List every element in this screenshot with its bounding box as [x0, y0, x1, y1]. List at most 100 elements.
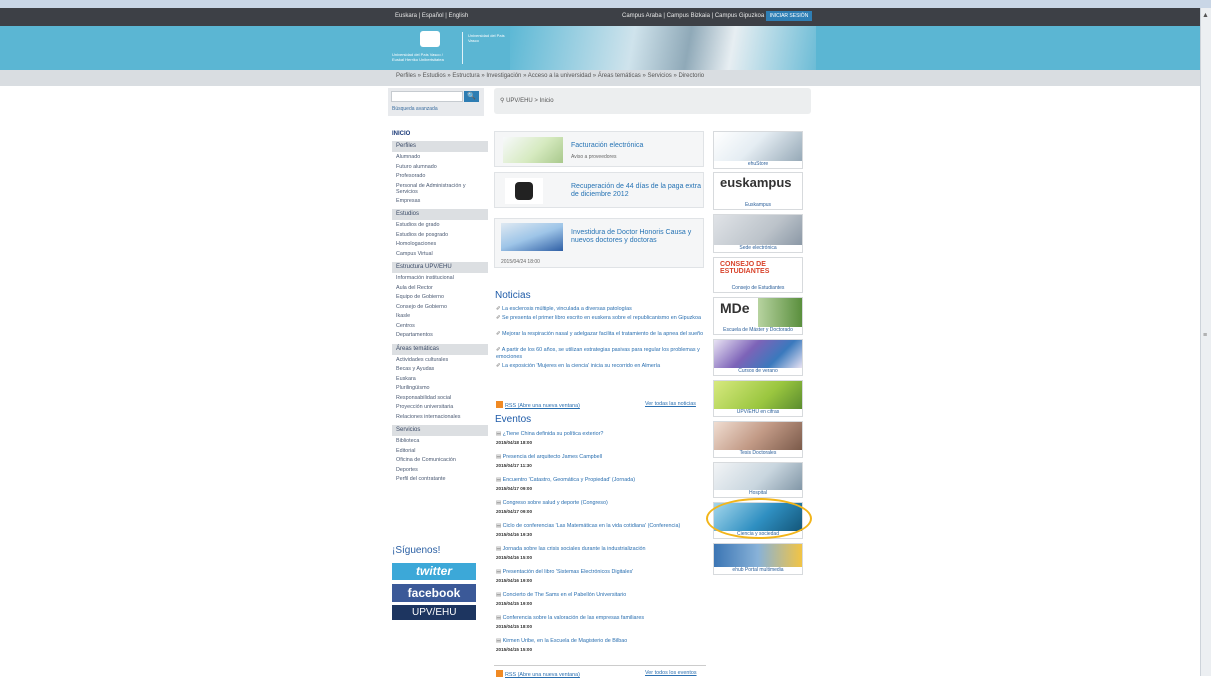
facebook-button[interactable]: facebook — [392, 584, 476, 602]
sidebar-item[interactable]: Responsabilidad social — [396, 395, 486, 401]
sidebar-section-heading[interactable]: Estudios — [392, 209, 488, 220]
event-item[interactable]: ▤ Kirmen Uribe, en la Escuela de Magiste… — [496, 638, 706, 645]
sidebar-item[interactable]: Perfil del contratante — [396, 476, 486, 482]
sidebar-item[interactable]: Euskara — [396, 376, 486, 382]
banner-caption[interactable]: ehub Portal multimedia — [714, 567, 802, 573]
scroll-grip-icon[interactable]: ≡ — [1203, 332, 1207, 339]
sidebar-banner[interactable]: euskampus Euskampus — [713, 172, 803, 210]
sidebar-banner[interactable]: MDe Escuela de Máster y Doctorado — [713, 297, 803, 335]
sidebar-item[interactable]: Estudios de grado — [396, 222, 486, 228]
banner-caption[interactable]: Consejo de Estudiantes — [714, 285, 802, 291]
events-rss-text[interactable]: RSS (Abre una nueva ventana) — [505, 672, 580, 678]
news-title-text[interactable]: A partir de los 60 años, se utilizan est… — [496, 347, 700, 360]
login-button[interactable]: INICIAR SESIÓN — [766, 11, 812, 21]
event-title-text[interactable]: Encuentro 'Catastro, Geomática y Propied… — [503, 477, 635, 483]
event-title-text[interactable]: Conferencia sobre la valoración de las e… — [503, 615, 644, 621]
news-item[interactable]: ✐ La exposición 'Mujeres en la ciencia' … — [496, 363, 706, 370]
event-title-text[interactable]: Congreso sobre salud y deporte (Congreso… — [503, 500, 608, 506]
news-title-text[interactable]: La esclerosis múltiple, vinculada a dive… — [502, 306, 632, 312]
sidebar-item[interactable]: Deportes — [396, 467, 486, 473]
sidebar-section-heading[interactable]: Perfiles — [392, 141, 488, 152]
featured-title[interactable]: Investidura de Doctor Honoris Causa y nu… — [571, 229, 701, 245]
sidebar-item[interactable]: Alumnado — [396, 154, 486, 160]
news-title-text[interactable]: Se presenta el primer libro escrito en e… — [502, 315, 701, 321]
sidebar-item[interactable]: Personal de Administración y Servicios — [396, 183, 486, 195]
sidebar-banner[interactable]: CONSEJO DE ESTUDIANTES Consejo de Estudia… — [713, 257, 803, 293]
sidebar-home-link[interactable]: INICIO — [392, 131, 410, 137]
sidebar-item[interactable]: Futuro alumnado — [396, 164, 486, 170]
sidebar-item[interactable]: Homologaciones — [396, 241, 486, 247]
event-item[interactable]: ▤ ¿Tiene China definida su política exte… — [496, 431, 706, 438]
event-title-text[interactable]: ¿Tiene China definida su política exteri… — [503, 431, 604, 437]
sidebar-item[interactable]: Centros — [396, 323, 486, 329]
sidebar-item[interactable]: Aula del Rector — [396, 285, 486, 291]
sidebar-item[interactable]: Departamentos — [396, 332, 486, 338]
news-rss-text[interactable]: RSS (Abre una nueva ventana) — [505, 403, 580, 409]
event-title-text[interactable]: Jornada sobre las crisis sociales durant… — [503, 546, 646, 552]
language-links[interactable]: Euskara | Español | English — [395, 13, 468, 19]
banner-caption[interactable]: Euskampus — [714, 202, 802, 208]
banner-caption[interactable]: Hospital — [714, 490, 802, 496]
sidebar-banner[interactable]: Tesis Doctorales — [713, 421, 803, 458]
event-item[interactable]: ▤ Concierto de The Sams en el Pabellón U… — [496, 592, 706, 599]
event-title-text[interactable]: Presencia del arquitecto James Campbell — [503, 454, 602, 460]
sidebar-item[interactable]: Becas y Ayudas — [396, 366, 486, 372]
banner-caption[interactable]: Escuela de Máster y Doctorado — [714, 327, 802, 333]
twitter-button[interactable]: twitter — [392, 563, 476, 580]
vertical-scrollbar[interactable] — [1200, 8, 1211, 676]
event-title-text[interactable]: Presentación del libro 'Sistemas Electró… — [503, 569, 634, 575]
featured-title[interactable]: Facturación electrónica — [571, 142, 643, 150]
upv-ehu-button[interactable]: UPV/EHU — [392, 605, 476, 620]
sidebar-banner[interactable]: ehuStore — [713, 131, 803, 169]
all-news-link[interactable]: Ver todas las noticias — [645, 401, 696, 407]
scroll-up-arrow-icon[interactable]: ▲ — [1202, 12, 1209, 19]
sidebar-item[interactable]: Profesorado — [396, 173, 486, 179]
sidebar-item[interactable]: Oficina de Comunicación — [396, 457, 486, 463]
featured-item[interactable]: Investidura de Doctor Honoris Causa y nu… — [494, 218, 704, 268]
advanced-search-link[interactable]: Búsqueda avanzada — [392, 106, 438, 112]
event-title-text[interactable]: Concierto de The Sams en el Pabellón Uni… — [503, 592, 627, 598]
news-item[interactable]: ✐ A partir de los 60 años, se utilizan e… — [496, 347, 706, 361]
sidebar-item[interactable]: Proyección universitaria — [396, 404, 486, 410]
sidebar-section-heading[interactable]: Servicios — [392, 425, 488, 436]
banner-caption[interactable]: Tesis Doctorales — [714, 450, 802, 456]
event-title-text[interactable]: Kirmen Uribe, en la Escuela de Magisteri… — [503, 638, 628, 644]
banner-caption[interactable]: Sede electrónica — [714, 245, 802, 251]
sidebar-item[interactable]: Información institucional — [396, 275, 486, 281]
featured-item[interactable]: Recuperación de 44 días de la paga extra… — [494, 172, 704, 208]
events-rss-link[interactable]: RSS (Abre una nueva ventana) — [496, 670, 580, 678]
sidebar-item[interactable]: Relaciones internacionales — [396, 414, 486, 420]
campus-links[interactable]: Campus Araba | Campus Bizkaia | Campus G… — [622, 13, 764, 19]
event-item[interactable]: ▤ Presentación del libro 'Sistemas Elect… — [496, 569, 706, 576]
event-item[interactable]: ▤ Ciclo de conferencias 'Las Matemáticas… — [496, 523, 706, 530]
featured-item[interactable]: Facturación electrónica Aviso a proveedo… — [494, 131, 704, 167]
news-title-text[interactable]: Mejorar la respiración nasal y adelgazar… — [502, 331, 703, 337]
sidebar-item[interactable]: Editorial — [396, 448, 486, 454]
sidebar-item[interactable]: Empresas — [396, 198, 486, 204]
sidebar-section-heading[interactable]: Estructura UPV/EHU — [392, 262, 488, 273]
sidebar-banner[interactable]: UPV/EHU en cifras — [713, 380, 803, 417]
all-events-link[interactable]: Ver todos los eventos — [645, 670, 697, 676]
news-title-text[interactable]: La exposición 'Mujeres en la ciencia' in… — [502, 363, 660, 369]
search-button[interactable]: 🔍 — [464, 91, 479, 102]
event-item[interactable]: ▤ Encuentro 'Catastro, Geomática y Propi… — [496, 477, 706, 484]
search-input[interactable] — [391, 91, 463, 102]
breadcrumb[interactable]: ⚲ UPV/EHU > Inicio — [500, 97, 554, 104]
banner-caption[interactable]: ehuStore — [714, 161, 802, 167]
sidebar-item[interactable]: Equipo de Gobierno — [396, 294, 486, 300]
event-item[interactable]: ▤ Congreso sobre salud y deporte (Congre… — [496, 500, 706, 507]
sidebar-item[interactable]: Estudios de posgrado — [396, 232, 486, 238]
news-rss-link[interactable]: RSS (Abre una nueva ventana) — [496, 401, 580, 409]
main-nav[interactable]: Perfiles » Estudios » Estructura » Inves… — [396, 73, 704, 79]
sidebar-banner[interactable]: Cursos de verano — [713, 339, 803, 376]
banner-caption[interactable]: UPV/EHU en cifras — [714, 409, 802, 415]
event-item[interactable]: ▤ Presencia del arquitecto James Campbel… — [496, 454, 706, 461]
news-item[interactable]: ✐ Mejorar la respiración nasal y adelgaz… — [496, 331, 706, 338]
sidebar-item[interactable]: Plurilingüismo — [396, 385, 486, 391]
sidebar-banner[interactable]: ehub Portal multimedia — [713, 543, 803, 575]
sidebar-banner[interactable]: Hospital — [713, 462, 803, 498]
news-item[interactable]: ✐ La esclerosis múltiple, vinculada a di… — [496, 306, 706, 313]
event-item[interactable]: ▤ Jornada sobre las crisis sociales dura… — [496, 546, 706, 553]
sidebar-item[interactable]: Actividades culturales — [396, 357, 486, 363]
featured-title[interactable]: Recuperación de 44 días de la paga extra… — [571, 183, 701, 199]
